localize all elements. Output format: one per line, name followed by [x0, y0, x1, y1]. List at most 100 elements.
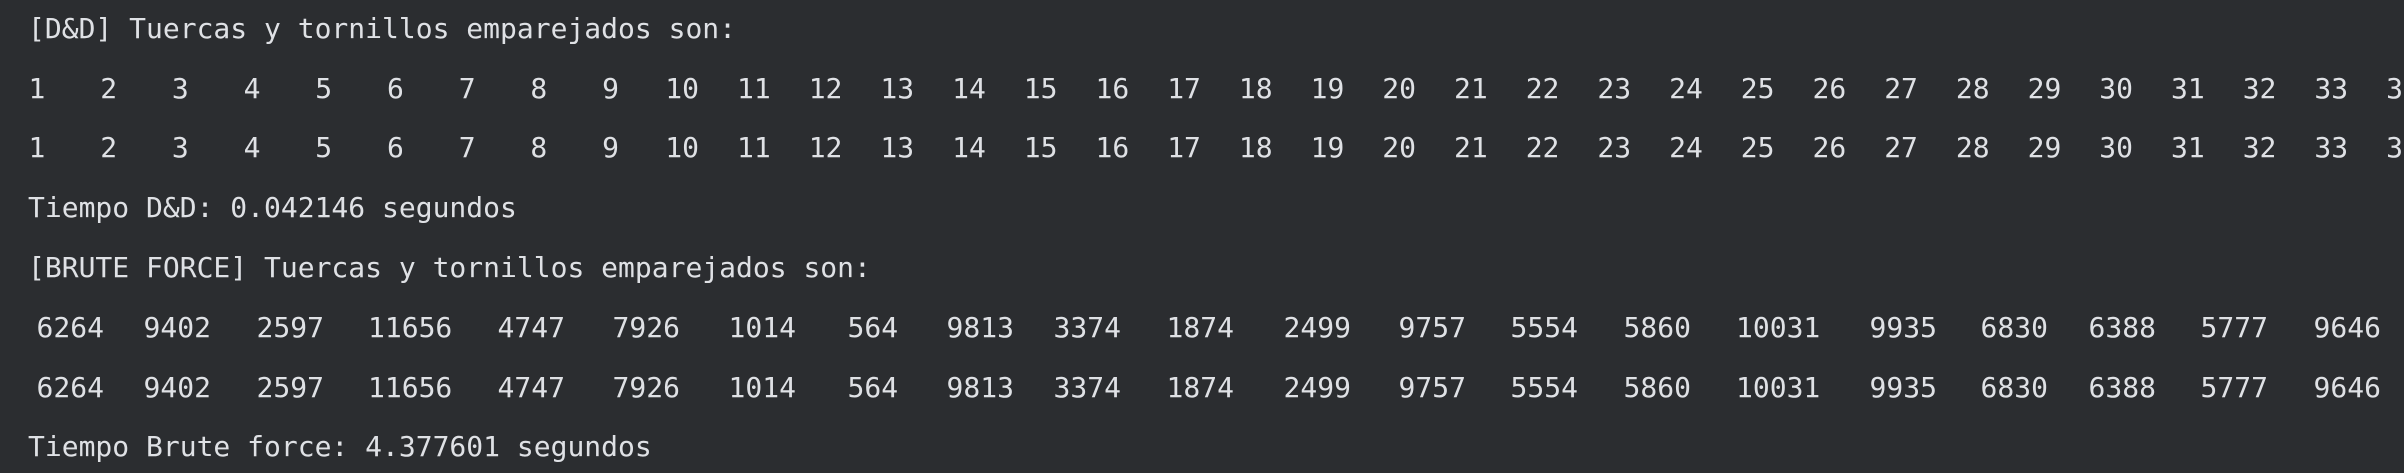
number-cell: 33	[2314, 131, 2349, 164]
number-cell: 9757	[1398, 371, 1466, 404]
number-cell: 23	[1597, 72, 1632, 105]
number-cell: 28	[1955, 72, 1990, 105]
number-cell: 26	[1812, 72, 1847, 105]
number-cell: 16	[1095, 72, 1130, 105]
number-cell: 5777	[2200, 371, 2268, 404]
number-cell: 2	[100, 131, 118, 164]
number-cell: 564	[847, 371, 899, 404]
number-cell: 17	[1167, 72, 1201, 105]
number-cell: 5860	[1623, 371, 1691, 404]
number-cell: 30	[2099, 131, 2134, 164]
number-cell: 12	[808, 72, 843, 105]
number-cell: 9646	[2313, 311, 2381, 344]
number-cell: 13	[880, 131, 915, 164]
number-cell: 22	[1525, 72, 1560, 105]
number-cell: 29	[2027, 131, 2062, 164]
number-cell: 8	[530, 131, 548, 164]
number-cell: 11656	[368, 371, 453, 404]
number-cell: 9646	[2313, 371, 2381, 404]
number-cell: 5860	[1623, 311, 1691, 344]
number-cell: 24	[1669, 131, 1703, 164]
number-cell: 9935	[1869, 371, 1937, 404]
bf-header-line: [BRUTE FORCE] Tuercas y tornillos empare…	[28, 251, 871, 284]
number-cell: 2597	[256, 371, 324, 404]
number-cell: 26	[1812, 131, 1847, 164]
dd-header-line: [D&D] Tuercas y tornillos emparejados so…	[28, 12, 737, 45]
number-cell: 3	[171, 72, 189, 105]
number-cell: 27	[1884, 72, 1918, 105]
console-output[interactable]: [D&D] Tuercas y tornillos emparejados so…	[0, 0, 2404, 473]
number-cell: 4747	[497, 371, 565, 404]
number-cell: 32	[2242, 131, 2277, 164]
number-cell: 2597	[256, 311, 324, 344]
number-cell: 14	[952, 131, 986, 164]
number-cell: 5554	[1510, 371, 1578, 404]
number-cell: 19	[1310, 131, 1345, 164]
number-cell: 14	[952, 72, 986, 105]
number-cell: 11656	[368, 311, 453, 344]
number-cell: 6264	[36, 311, 104, 344]
number-cell: 15	[1023, 131, 1058, 164]
number-cell: 10	[665, 131, 700, 164]
number-cell: 21	[1454, 72, 1488, 105]
number-cell: 9813	[946, 311, 1014, 344]
number-cell: 5	[315, 131, 333, 164]
number-cell: 7	[458, 131, 476, 164]
number-cell: 7926	[612, 311, 680, 344]
number-cell: 3374	[1053, 311, 1121, 344]
number-cell: 10	[665, 72, 700, 105]
number-cell: 31	[2171, 72, 2205, 105]
number-cell: 6	[387, 131, 404, 164]
number-cell: 9757	[1398, 311, 1466, 344]
number-cell: 23	[1597, 131, 1632, 164]
number-cell: 1014	[728, 371, 796, 404]
number-cell: 34	[2386, 131, 2404, 164]
number-cell: 8	[530, 72, 548, 105]
number-cell: 7	[458, 72, 476, 105]
number-cell: 6	[387, 72, 404, 105]
number-cell: 9935	[1869, 311, 1937, 344]
number-cell: 2499	[1283, 311, 1351, 344]
number-cell: 11	[737, 72, 771, 105]
number-cell: 9402	[143, 371, 211, 404]
number-cell: 17	[1167, 131, 1201, 164]
dd-time-line: Tiempo D&D: 0.042146 segundos	[28, 191, 517, 224]
number-cell: 15	[1023, 72, 1058, 105]
number-cell: 4	[243, 72, 261, 105]
number-cell: 18	[1238, 131, 1273, 164]
number-cell: 12	[808, 131, 843, 164]
number-cell: 1	[28, 131, 46, 164]
number-cell: 30	[2099, 72, 2134, 105]
number-cell: 25	[1740, 131, 1775, 164]
number-cell: 11	[737, 131, 771, 164]
number-cell: 6830	[1980, 371, 2048, 404]
number-cell: 34	[2386, 72, 2404, 105]
number-cell: 16	[1095, 131, 1130, 164]
number-cell: 9	[602, 131, 619, 164]
number-cell: 20	[1382, 72, 1417, 105]
number-cell: 13	[880, 72, 915, 105]
number-cell: 31	[2171, 131, 2205, 164]
number-cell: 564	[847, 311, 899, 344]
number-cell: 1874	[1166, 371, 1234, 404]
number-cell: 1874	[1166, 311, 1234, 344]
number-cell: 1014	[728, 311, 796, 344]
number-cell: 29	[2027, 72, 2062, 105]
number-cell: 33	[2314, 72, 2349, 105]
number-cell: 6388	[2088, 311, 2156, 344]
number-cell: 5554	[1510, 311, 1578, 344]
bf-time-line: Tiempo Brute force: 4.377601 segundos	[28, 430, 652, 463]
number-cell: 4747	[497, 311, 565, 344]
number-cell: 25	[1740, 72, 1775, 105]
number-cell: 22	[1525, 131, 1560, 164]
number-cell: 6830	[1980, 311, 2048, 344]
number-cell: 9813	[946, 371, 1014, 404]
number-cell: 9402	[143, 311, 211, 344]
number-cell: 5	[315, 72, 333, 105]
number-cell: 9	[602, 72, 619, 105]
number-cell: 3	[171, 131, 189, 164]
number-cell: 6388	[2088, 371, 2156, 404]
number-cell: 19	[1310, 72, 1345, 105]
number-cell: 10031	[1736, 371, 1821, 404]
number-cell: 7926	[612, 371, 680, 404]
